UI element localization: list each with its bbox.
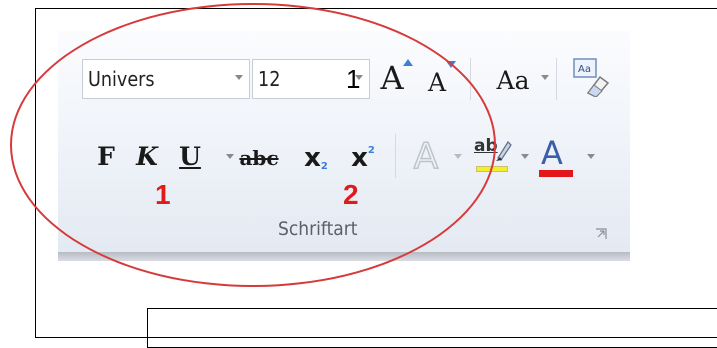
font-color-button[interactable]: A: [536, 134, 576, 180]
dialog-launcher-icon[interactable]: [595, 228, 607, 240]
separator: [556, 58, 557, 100]
change-case-button[interactable]: Aa: [489, 60, 537, 100]
font-color-dropdown-arrow-icon[interactable]: [587, 154, 595, 159]
font-color-bar: [539, 170, 573, 177]
change-case-dropdown-arrow-icon[interactable]: [541, 75, 549, 80]
font-color-glyph: A: [541, 134, 563, 172]
clear-formatting-icon[interactable]: Aa: [570, 57, 610, 97]
svg-text:Aa: Aa: [578, 64, 591, 75]
text-box: [147, 308, 717, 348]
annotation-ellipse: [10, 3, 496, 287]
highlight-dropdown-arrow-icon[interactable]: [521, 154, 529, 159]
change-case-glyph: Aa: [496, 65, 530, 95]
highlighter-pen-icon: [496, 141, 512, 161]
